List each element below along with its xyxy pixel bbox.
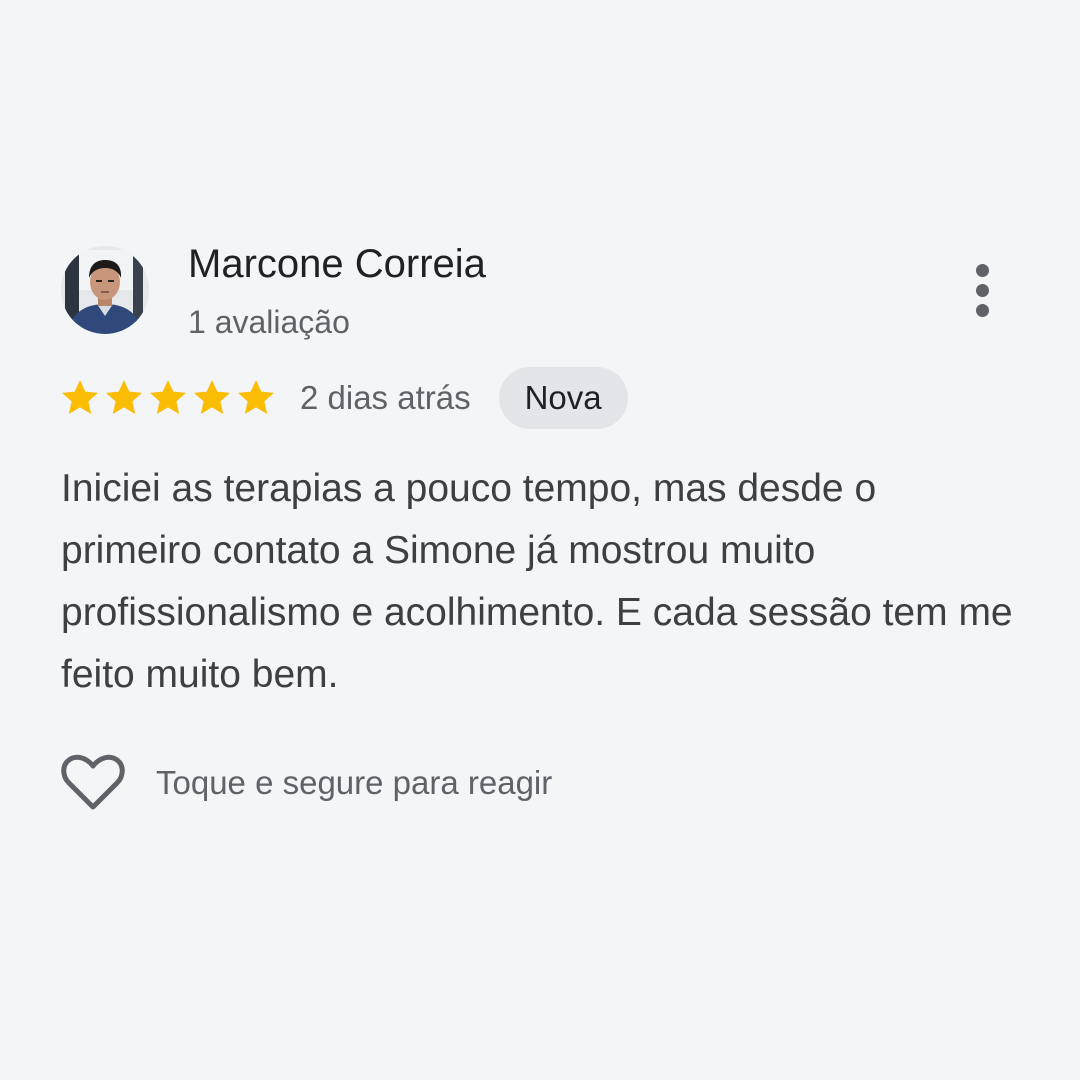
- more-vert-icon: [976, 264, 989, 277]
- avatar-photo: [61, 246, 149, 334]
- star-rating: [60, 378, 280, 418]
- star-icon: [236, 378, 276, 418]
- rating-row: 2 dias atrás Nova: [60, 366, 628, 430]
- star-icon: [192, 378, 232, 418]
- new-badge: Nova: [498, 367, 628, 429]
- more-vert-dot: [976, 304, 989, 317]
- reviewer-name[interactable]: Marcone Correia: [188, 240, 486, 288]
- star-icon: [148, 378, 188, 418]
- more-vert-dot: [976, 284, 989, 297]
- star-icon: [104, 378, 144, 418]
- star-icon: [60, 378, 100, 418]
- reviewer-review-count: 1 avaliação: [188, 304, 350, 340]
- react-button[interactable]: Toque e segure para reagir: [60, 750, 552, 816]
- more-options-button[interactable]: [956, 256, 1008, 326]
- review-text: Iniciei as terapias a pouco tempo, mas d…: [61, 467, 1013, 696]
- react-hint: Toque e segure para reagir: [156, 764, 553, 801]
- avatar[interactable]: [61, 246, 149, 334]
- review-date: 2 dias atrás: [300, 379, 471, 416]
- heart-outline-icon[interactable]: [60, 752, 126, 814]
